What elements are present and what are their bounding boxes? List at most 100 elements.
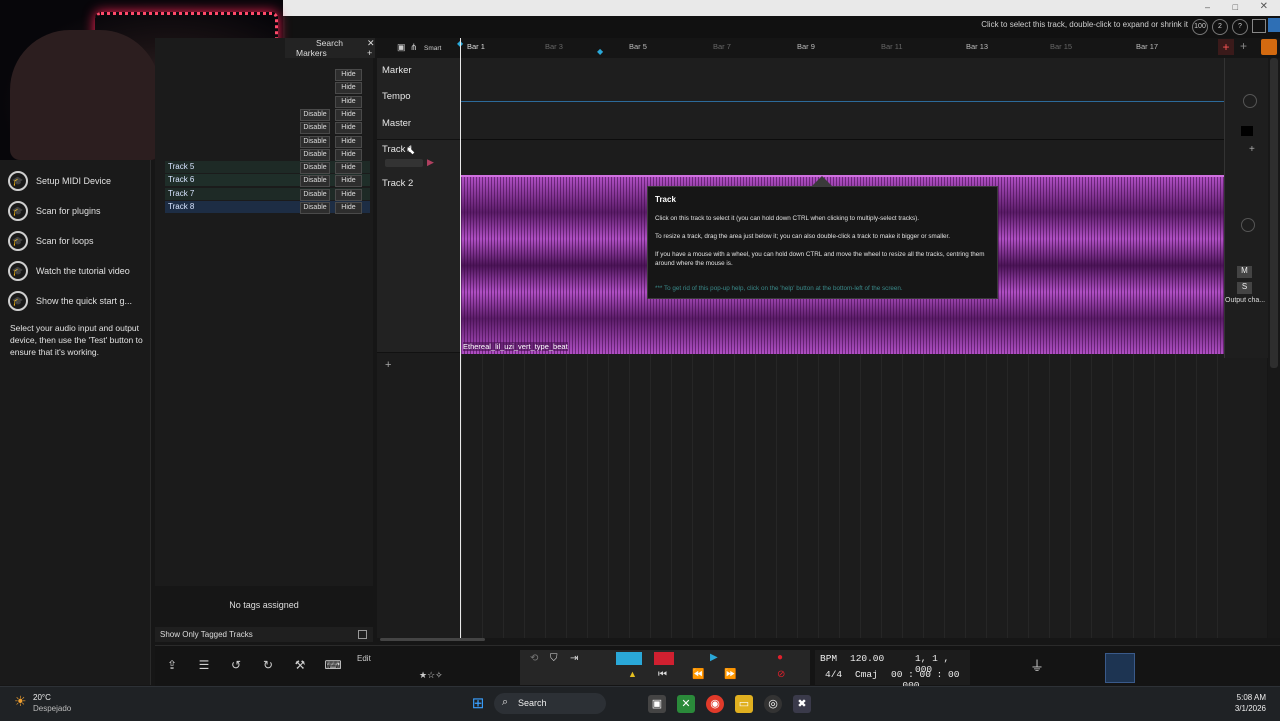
chrome-icon[interactable]: ◉	[706, 695, 724, 713]
track-list-row[interactable]: Disable Hide	[165, 135, 370, 148]
disable-button[interactable]: Disable	[300, 108, 330, 121]
help-item-plugins[interactable]: 🎓 Scan for plugins	[8, 199, 101, 223]
view-icon[interactable]	[1268, 18, 1280, 32]
fullscreen-icon[interactable]	[1252, 19, 1266, 33]
track-list-row[interactable]: Track 7 Disable Hide	[165, 187, 370, 201]
settings-icon[interactable]	[1261, 39, 1277, 55]
file-explorer-icon[interactable]: ▭	[735, 695, 753, 713]
help-icon[interactable]: ?	[1232, 19, 1248, 35]
disable-button[interactable]: Disable	[300, 162, 330, 175]
show-only-tagged-toggle[interactable]: Show Only Tagged Tracks	[155, 627, 373, 642]
hide-button[interactable]: Hide	[335, 162, 362, 175]
add-track-icon[interactable]: +	[1218, 39, 1234, 55]
waveform-app-icon[interactable]: ✖	[793, 695, 811, 713]
track-list-row[interactable]: Hide	[165, 68, 370, 81]
playhead[interactable]	[460, 38, 461, 638]
time-signature[interactable]: 4/4	[825, 669, 842, 680]
help-item-quickstart[interactable]: 🎓 Show the quick start g...	[8, 289, 132, 313]
loop-end-marker[interactable]: ◆	[597, 47, 603, 56]
hide-button[interactable]: Hide	[335, 122, 362, 135]
master-lane[interactable]	[461, 112, 1224, 140]
search-tab[interactable]: Search	[316, 38, 343, 48]
hide-button[interactable]: Hide	[335, 188, 362, 201]
smart-snap-label[interactable]: Smart	[424, 45, 441, 52]
checkbox[interactable]	[358, 630, 367, 639]
rewind-icon[interactable]: ⏪	[692, 669, 704, 680]
output-channel-label[interactable]: Output cha...	[1225, 297, 1265, 304]
add-track-plus-icon[interactable]: +	[385, 359, 391, 371]
tempo-position-display[interactable]: BPM 120.00 1, 1 , 000 4/4 Cmaj 00 : 00 :…	[815, 650, 970, 691]
disable-button[interactable]: Disable	[300, 188, 330, 201]
help-item-loops[interactable]: 🎓 Scan for loops	[8, 229, 94, 253]
maximize-icon[interactable]: □	[1233, 2, 1238, 12]
loop-icon[interactable]: ⟲	[530, 653, 538, 664]
hide-button[interactable]: Hide	[335, 82, 362, 95]
hide-button[interactable]: Hide	[335, 135, 362, 148]
xbox-icon[interactable]: ✕	[677, 695, 695, 713]
disable-button[interactable]: Disable	[300, 175, 330, 188]
search-box[interactable]: ⌕ Search	[494, 693, 606, 714]
track-list-row[interactable]: Disable Hide	[165, 121, 370, 135]
track2-header[interactable]: Track 2	[377, 175, 461, 353]
record-arm-icon[interactable]: ▶	[427, 157, 434, 168]
redo-icon[interactable]: ↻	[258, 656, 278, 674]
hide-button[interactable]: Hide	[335, 108, 362, 121]
disable-button[interactable]: Disable	[300, 135, 330, 148]
fast-forward-icon[interactable]: ⏩	[724, 669, 736, 680]
snap-icon[interactable]: ▣	[397, 42, 406, 53]
magnet-icon[interactable]: ⋔	[410, 42, 418, 53]
obs-icon[interactable]: ◎	[764, 695, 782, 713]
punch-icon[interactable]: ⛉	[550, 653, 558, 664]
track-list-row[interactable]: Track 6 Disable Hide	[165, 174, 370, 188]
zoom-level[interactable]: 100	[1192, 19, 1208, 35]
stop-icon[interactable]: ⊘	[777, 669, 785, 680]
rewind-start-icon[interactable]: ⏮	[658, 669, 667, 680]
timeline-ruler[interactable]: ▣ ⋔ Smart Bar 1 Bar 3 Bar 5 Bar 7 Bar 9 …	[377, 38, 1280, 59]
marker-track-header[interactable]: Marker	[377, 58, 461, 86]
pan-knob[interactable]	[1243, 94, 1257, 108]
edit-label[interactable]: Edit	[357, 654, 371, 663]
click-track-button[interactable]	[616, 652, 642, 665]
play-icon[interactable]: ▶	[710, 652, 718, 663]
master-track-header[interactable]: Master	[377, 112, 461, 140]
marker-lane[interactable]	[461, 58, 1224, 86]
windows-start-icon[interactable]: ⊞	[469, 695, 487, 713]
pan-knob[interactable]	[1241, 218, 1255, 232]
disable-button[interactable]: Disable	[300, 122, 330, 135]
track-list-row[interactable]: Hide	[165, 81, 370, 95]
horizontal-scrollbar[interactable]	[380, 638, 485, 641]
hide-button[interactable]: Hide	[335, 148, 362, 161]
input-selector[interactable]	[385, 159, 423, 167]
markers-label[interactable]: Markers	[296, 48, 327, 58]
wrench-icon[interactable]: ⚒	[290, 656, 310, 674]
track-list-row[interactable]: Disable Hide	[165, 148, 370, 161]
bpm-value[interactable]: 120.00	[850, 653, 884, 664]
mute-button[interactable]: M	[1237, 266, 1252, 278]
plugin-icon[interactable]: ⏚	[1030, 656, 1044, 676]
track1-lane[interactable]	[461, 140, 1224, 176]
track-list-row[interactable]: Hide	[165, 95, 370, 108]
disable-button[interactable]: Disable	[300, 202, 330, 214]
help-item-midi[interactable]: 🎓 Setup MIDI Device	[8, 169, 111, 193]
track-list-row[interactable]: Track 5 Disable Hide	[165, 161, 370, 175]
close-icon[interactable]: ✕	[1260, 1, 1268, 12]
key-signature[interactable]: Cmaj	[855, 669, 878, 680]
vertical-scrollbar[interactable]	[1268, 58, 1280, 638]
record-icon[interactable]: ●	[777, 652, 783, 663]
weather-icon[interactable]: ☀	[14, 693, 27, 710]
skip-end-icon[interactable]: ⇥	[570, 653, 578, 664]
keyboard-icon[interactable]: ⌨	[322, 656, 344, 674]
hide-button[interactable]: Hide	[335, 175, 362, 188]
disable-button[interactable]: Disable	[300, 148, 330, 161]
undo-icon[interactable]: ↺	[226, 656, 246, 674]
hide-button[interactable]: Hide	[335, 202, 362, 214]
help-item-tutorial[interactable]: 🎓 Watch the tutorial video	[8, 259, 130, 283]
add-icon[interactable]: +	[1240, 39, 1247, 53]
export-icon[interactable]: ⇪	[162, 656, 182, 674]
add-marker-icon[interactable]: +	[367, 48, 372, 58]
expand-icon[interactable]: +	[1249, 144, 1255, 155]
cpu-icon[interactable]: 2	[1212, 19, 1228, 35]
tempo-track-header[interactable]: Tempo	[377, 85, 461, 113]
star-icon[interactable]: ★☆✧	[419, 670, 443, 681]
track-list-row[interactable]: Track 8 Disable Hide	[165, 201, 370, 214]
